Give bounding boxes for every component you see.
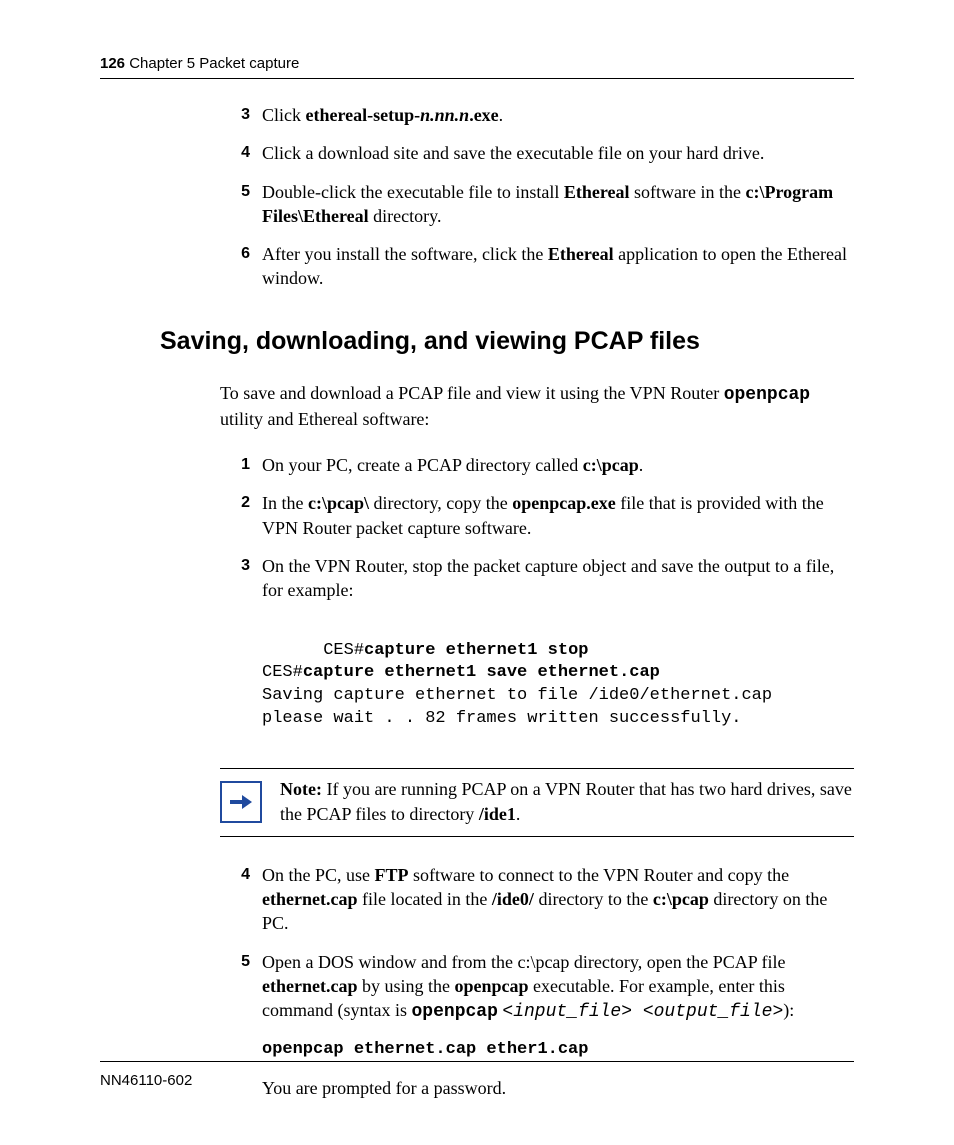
list-item: 2In the c:\pcap\ directory, copy the ope…: [220, 491, 854, 540]
command-line: openpcap ethernet.cap ether1.cap: [262, 1039, 854, 1062]
step-body: Click ethereal-setup-n.nn.n.exe.: [262, 103, 854, 127]
step-number: 4: [220, 141, 262, 165]
chapter-title: Chapter 5 Packet capture: [129, 55, 299, 72]
arrow-right-icon: [220, 781, 262, 823]
step-list-b: 4On the PC, use FTP software to connect …: [220, 863, 854, 1025]
page-number: 126: [100, 55, 125, 72]
step-number: 4: [220, 863, 262, 936]
step-body: Open a DOS window and from the c:\pcap d…: [262, 950, 854, 1025]
list-item: 5Double-click the executable file to ins…: [220, 180, 854, 229]
list-item: 5Open a DOS window and from the c:\pcap …: [220, 950, 854, 1025]
step-number: 1: [220, 453, 262, 477]
list-item: 3Click ethereal-setup-n.nn.n.exe.: [220, 103, 854, 127]
step-number: 2: [220, 491, 262, 540]
doc-id: NN46110-602: [100, 1072, 192, 1089]
list-item: 4Click a download site and save the exec…: [220, 141, 854, 165]
step-list-a: 1On your PC, create a PCAP directory cal…: [220, 453, 854, 602]
step-body: In the c:\pcap\ directory, copy the open…: [262, 491, 854, 540]
list-item: 1On your PC, create a PCAP directory cal…: [220, 453, 854, 477]
step-body: On your PC, create a PCAP directory call…: [262, 453, 854, 477]
step-number: 3: [220, 554, 262, 603]
page: 126 Chapter 5 Packet capture 3Click ethe…: [0, 0, 954, 1145]
step-number: 3: [220, 103, 262, 127]
page-header: 126 Chapter 5 Packet capture: [100, 55, 854, 79]
step-body: Double-click the executable file to inst…: [262, 180, 854, 229]
step-body: After you install the software, click th…: [262, 242, 854, 291]
step-body: Click a download site and save the execu…: [262, 141, 854, 165]
page-footer: NN46110-602: [100, 1061, 854, 1089]
step-number: 5: [220, 950, 262, 1025]
top-step-list: 3Click ethereal-setup-n.nn.n.exe.4Click …: [220, 103, 854, 291]
note-text: Note: If you are running PCAP on a VPN R…: [280, 777, 854, 826]
step-number: 6: [220, 242, 262, 291]
note-box: Note: If you are running PCAP on a VPN R…: [220, 768, 854, 837]
list-item: 3On the VPN Router, stop the packet capt…: [220, 554, 854, 603]
section-heading: Saving, downloading, and viewing PCAP fi…: [160, 325, 854, 359]
code-block: CES#capture ethernet1 stop CES#capture e…: [262, 617, 854, 755]
list-item: 4On the PC, use FTP software to connect …: [220, 863, 854, 936]
step-body: On the PC, use FTP software to connect t…: [262, 863, 854, 936]
code-text: CES#capture ethernet1 stop CES#capture e…: [262, 641, 772, 729]
page-content: 3Click ethereal-setup-n.nn.n.exe.4Click …: [100, 103, 854, 1100]
step-body: On the VPN Router, stop the packet captu…: [262, 554, 854, 603]
list-item: 6After you install the software, click t…: [220, 242, 854, 291]
step-number: 5: [220, 180, 262, 229]
section-intro: To save and download a PCAP file and vie…: [220, 381, 854, 432]
